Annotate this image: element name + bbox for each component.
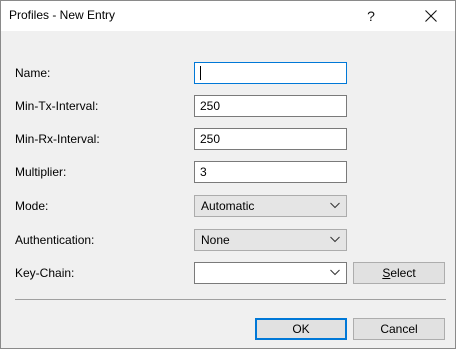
- chevron-down-icon[interactable]: [330, 269, 340, 276]
- min-tx-interval-input[interactable]: 250: [194, 95, 347, 117]
- help-button[interactable]: ?: [353, 1, 389, 31]
- min-tx-interval-label: Min-Tx-Interval:: [15, 99, 99, 113]
- help-icon: ?: [367, 8, 375, 24]
- ok-button[interactable]: OK: [255, 318, 347, 340]
- authentication-selected-value: None: [201, 233, 230, 247]
- multiplier-input[interactable]: 3: [194, 161, 347, 183]
- window-title: Profiles - New Entry: [9, 8, 116, 22]
- key-chain-label: Key-Chain:: [15, 266, 75, 280]
- select-button[interactable]: Select: [353, 262, 445, 284]
- min-rx-interval-input[interactable]: 250: [194, 128, 347, 150]
- authentication-label: Authentication:: [15, 233, 95, 247]
- cancel-button[interactable]: Cancel: [353, 318, 445, 340]
- mode-label: Mode:: [15, 199, 49, 213]
- separator: [15, 299, 446, 300]
- title-bar: Profiles - New Entry ?: [1, 1, 455, 31]
- close-icon: [425, 10, 437, 22]
- text-caret: [200, 66, 201, 80]
- key-chain-combobox[interactable]: [194, 262, 347, 284]
- name-input[interactable]: [194, 62, 347, 84]
- min-rx-interval-value: 250: [200, 132, 221, 146]
- mode-selected-value: Automatic: [201, 199, 255, 213]
- multiplier-value: 3: [200, 165, 207, 179]
- chevron-down-icon: [330, 236, 340, 243]
- ok-button-label: OK: [292, 322, 310, 336]
- authentication-dropdown[interactable]: None: [194, 229, 347, 251]
- name-label: Name:: [15, 66, 51, 80]
- min-tx-interval-value: 250: [200, 99, 221, 113]
- select-button-label: elect: [390, 266, 416, 280]
- chevron-down-icon: [330, 202, 340, 209]
- cancel-button-label: Cancel: [380, 322, 418, 336]
- min-rx-interval-label: Min-Rx-Interval:: [15, 132, 100, 146]
- multiplier-label: Multiplier:: [15, 165, 67, 179]
- dialog-window: Profiles - New Entry ? Name: Min-Tx-Inte…: [0, 0, 456, 349]
- close-button[interactable]: [413, 1, 449, 31]
- mode-dropdown[interactable]: Automatic: [194, 195, 347, 217]
